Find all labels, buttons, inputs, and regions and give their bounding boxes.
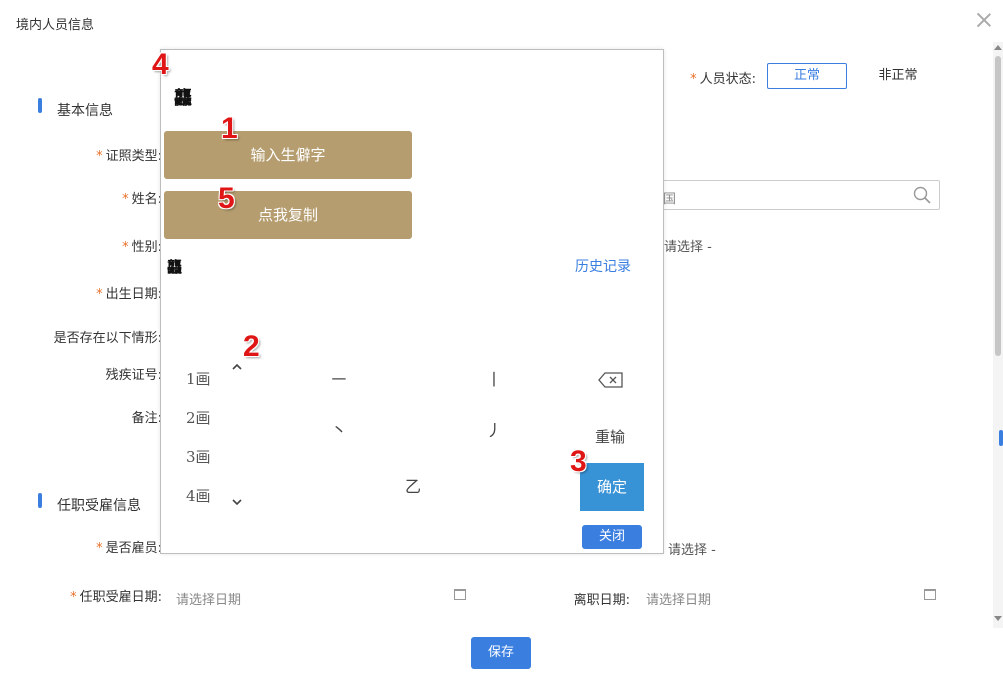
- annotation-badge-3: 3: [570, 445, 587, 478]
- disability-label: 残疾证号:: [105, 368, 162, 383]
- annotation-badge-5: 5: [218, 182, 235, 215]
- leave-date-input[interactable]: 请选择日期: [646, 589, 711, 608]
- nation-value: 国: [663, 192, 677, 207]
- birth-label: * 出生日期:: [96, 287, 162, 302]
- remark-label: 备注:: [131, 411, 162, 426]
- employed-label: * 是否雇员:: [96, 541, 162, 556]
- stroke-key-heng[interactable]: ㇐: [319, 366, 359, 406]
- calendar-icon[interactable]: [454, 589, 466, 600]
- save-button[interactable]: 保存: [471, 637, 531, 669]
- search-icon[interactable]: [913, 186, 931, 204]
- section-employment-title: 任职受雇信息: [57, 498, 141, 514]
- gender-select[interactable]: 请选择 -: [664, 236, 712, 255]
- nation-input[interactable]: 国: [650, 180, 940, 210]
- dialog-title: 境内人员信息: [16, 18, 95, 33]
- status-abnormal-button[interactable]: 非正常: [862, 63, 934, 89]
- stroke-key-shu[interactable]: 丨: [474, 366, 514, 406]
- scroll-thumb[interactable]: [995, 56, 1001, 356]
- side-handle[interactable]: [999, 430, 1003, 446]
- section-basic-title: 基本信息: [57, 103, 113, 119]
- hire-date-input[interactable]: 请选择日期: [176, 589, 241, 608]
- reset-button[interactable]: 重输: [595, 426, 625, 447]
- stroke-category-3[interactable]: 3画: [186, 446, 211, 467]
- history-link[interactable]: 历史记录: [575, 256, 631, 276]
- status-normal-button[interactable]: 正常: [767, 63, 847, 89]
- popup-close-button[interactable]: 关闭: [582, 525, 642, 549]
- annotation-badge-2: 2: [243, 330, 260, 363]
- situation-label: 是否存在以下情形:: [53, 331, 162, 346]
- stroke-key-zhe[interactable]: 乙: [393, 473, 433, 513]
- annotation-badge-4: 4: [152, 48, 169, 81]
- leave-date-label: 离职日期:: [573, 593, 630, 608]
- input-rare-char-button[interactable]: 输入生僻字: [164, 131, 412, 179]
- stroke-category-2[interactable]: 2画: [186, 407, 211, 428]
- status-label: * 人员状态:: [690, 72, 756, 87]
- chevron-up-icon[interactable]: [231, 362, 243, 372]
- scroll-up-icon[interactable]: [994, 45, 1002, 50]
- scroll-down-icon[interactable]: [994, 616, 1002, 621]
- section-marker: [38, 98, 42, 113]
- result-char: 龘: [167, 258, 183, 276]
- stroke-category-1[interactable]: 1画: [186, 368, 211, 389]
- stroke-key-dian[interactable]: 丶: [319, 417, 359, 457]
- calendar-icon[interactable]: [924, 589, 936, 600]
- stroke-key-pie[interactable]: 丿: [474, 417, 514, 457]
- chevron-down-icon[interactable]: [231, 497, 243, 507]
- name-label: * 姓名:: [122, 192, 162, 207]
- close-icon[interactable]: [974, 10, 994, 30]
- stroke-category-4[interactable]: 4画: [186, 485, 211, 506]
- confirm-button[interactable]: 确定: [580, 463, 644, 511]
- preview-char: 龘: [174, 88, 192, 109]
- gender-label: * 性别:: [122, 240, 162, 255]
- copy-button[interactable]: 点我复制: [164, 191, 412, 239]
- employed-select[interactable]: 请选择 -: [668, 539, 716, 558]
- section-marker: [38, 493, 42, 508]
- backspace-icon[interactable]: [598, 372, 624, 388]
- hire-date-label: * 任职受雇日期:: [70, 590, 162, 605]
- annotation-badge-1: 1: [221, 112, 238, 145]
- id-type-label: * 证照类型:: [96, 149, 162, 164]
- scrollbar[interactable]: [993, 42, 1003, 628]
